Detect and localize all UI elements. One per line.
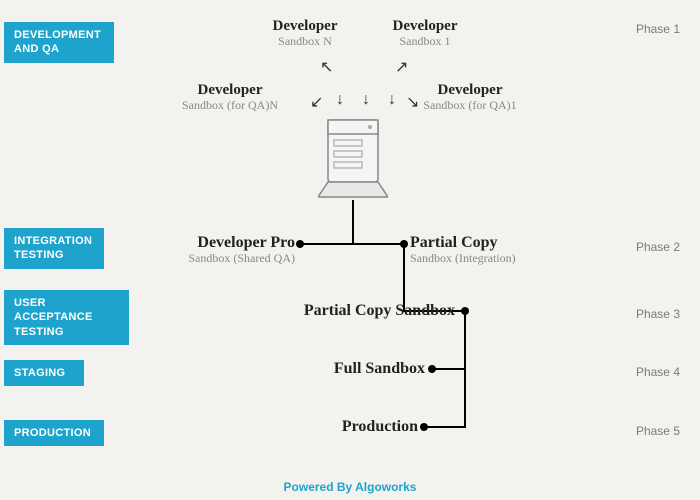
tag-uat: USER ACCEPTANCE TESTING bbox=[4, 290, 129, 345]
server-icon bbox=[318, 115, 388, 205]
dev-n-title: Developer bbox=[245, 18, 365, 35]
dot-phase4 bbox=[428, 365, 436, 373]
line-server-down bbox=[352, 200, 354, 243]
arrow-right-icon: ↘ bbox=[406, 95, 419, 111]
dot-phase5 bbox=[420, 423, 428, 431]
dev-1-sub: Sandbox 1 bbox=[365, 35, 485, 48]
phase5-title: Production bbox=[280, 418, 418, 436]
phase4-title: Full Sandbox bbox=[280, 360, 425, 378]
dev-qa-1-sub: Sandbox (for QA)1 bbox=[400, 99, 540, 112]
phase-label-5: Phase 5 bbox=[600, 424, 680, 438]
dev-qa-n-sub: Sandbox (for QA)N bbox=[160, 99, 300, 112]
phase-label-3: Phase 3 bbox=[600, 307, 680, 321]
phase2-right-title: Partial Copy bbox=[410, 234, 570, 252]
dev-n-sub: Sandbox N bbox=[245, 35, 365, 48]
dev-qa-n-title: Developer bbox=[160, 82, 300, 99]
phase2-left-sub: Sandbox (Shared QA) bbox=[155, 252, 295, 265]
dot-phase2-left bbox=[296, 240, 304, 248]
arrow-down3-icon: ↓ bbox=[388, 92, 396, 108]
arrow-up-left-icon: ↖ bbox=[320, 60, 333, 76]
line-phase5-h bbox=[424, 426, 466, 428]
arrow-up-right-icon: ↗ bbox=[395, 60, 408, 76]
phase3-title: Partial Copy Sandbox bbox=[265, 302, 455, 320]
line-p3-p4-v bbox=[464, 311, 466, 370]
dev-qa-1-title: Developer bbox=[400, 82, 540, 99]
footer-credit: Powered By Algoworks bbox=[0, 480, 700, 494]
line-p4-p5-v bbox=[464, 369, 466, 428]
phase-label-1: Phase 1 bbox=[600, 22, 680, 36]
line-phase4-h bbox=[432, 368, 466, 370]
arrow-down-icon: ↓ bbox=[336, 92, 344, 108]
tag-integration: INTEGRATION TESTING bbox=[4, 228, 104, 269]
arrow-down2-icon: ↓ bbox=[362, 92, 370, 108]
phase2-left-title: Developer Pro bbox=[155, 234, 295, 252]
dev-1-title: Developer bbox=[365, 18, 485, 35]
phase-label-2: Phase 2 bbox=[600, 240, 680, 254]
phase-label-4: Phase 4 bbox=[600, 365, 680, 379]
line-p2-p3-v bbox=[403, 244, 405, 310]
arrow-left-icon: ↙ bbox=[310, 95, 323, 111]
phase2-right-sub: Sandbox (Integration) bbox=[410, 252, 570, 265]
tag-production: PRODUCTION bbox=[4, 420, 104, 446]
tag-dev-qa: DEVELOPMENT AND QA bbox=[4, 22, 114, 63]
line-phase2-h bbox=[300, 243, 406, 245]
tag-staging: STAGING bbox=[4, 360, 84, 386]
